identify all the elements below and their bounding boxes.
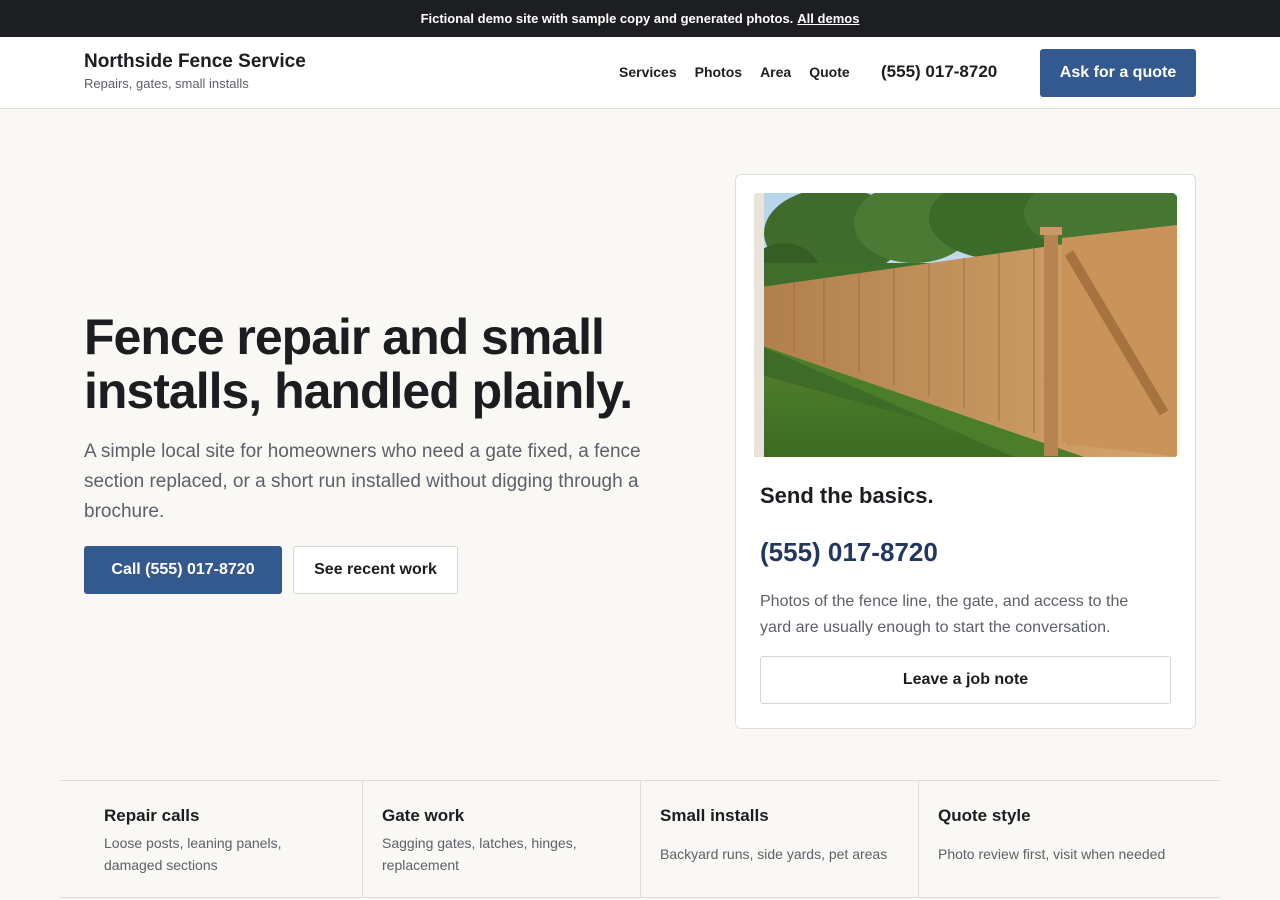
site-header: Northside Fence Service Repairs, gates, … xyxy=(0,37,1280,109)
ask-for-quote-button[interactable]: Ask for a quote xyxy=(1040,49,1196,97)
leave-job-note-button[interactable]: Leave a job note xyxy=(760,656,1171,704)
feature-title: Quote style xyxy=(938,806,1031,825)
feature-gate-work: Gate work Sagging gates, latches, hinges… xyxy=(362,781,640,897)
brand-name[interactable]: Northside Fence Service xyxy=(84,51,306,73)
nav-item-photos[interactable]: Photos xyxy=(695,64,742,80)
services-strip: Repair calls Loose posts, leaning panels… xyxy=(60,780,1220,898)
feature-title: Small installs xyxy=(660,806,769,825)
demo-notice-bar: Fictional demo site with sample copy and… xyxy=(0,0,1280,37)
feature-repair-calls: Repair calls Loose posts, leaning panels… xyxy=(60,781,362,897)
card-phone-link[interactable]: (555) 017-8720 xyxy=(760,537,938,568)
fence-photo xyxy=(754,193,1177,457)
hero-subtitle: A simple local site for homeowners who n… xyxy=(84,441,641,522)
nav-item-area[interactable]: Area xyxy=(760,64,791,80)
feature-text: Backyard runs, side yards, pet areas xyxy=(660,846,888,862)
feature-title: Repair calls xyxy=(104,806,200,825)
main-nav: Services Photos Area Quote xyxy=(619,64,850,80)
see-recent-work-button[interactable]: See recent work xyxy=(293,546,458,594)
feature-text: Loose posts, leaning panels, damaged sec… xyxy=(104,835,282,873)
demo-notice-text: Fictional demo site with sample copy and… xyxy=(420,11,794,26)
feature-quote-style: Quote style Photo review first, visit wh… xyxy=(918,781,1220,897)
nav-item-quote[interactable]: Quote xyxy=(809,64,849,80)
hero-title: Fence repair and small installs, handled… xyxy=(84,309,633,419)
call-button[interactable]: Call (555) 017-8720 xyxy=(84,546,282,594)
card-title: Send the basics. xyxy=(760,483,934,508)
feature-text: Sagging gates, latches, hinges, replacem… xyxy=(382,835,577,873)
all-demos-link[interactable]: All demos xyxy=(797,11,859,26)
feature-small-installs: Small installs Backyard runs, side yards… xyxy=(640,781,918,897)
header-phone-link[interactable]: (555) 017-8720 xyxy=(881,62,997,82)
brand-tagline: Repairs, gates, small installs xyxy=(84,76,249,91)
feature-text: Photo review first, visit when needed xyxy=(938,846,1166,862)
contact-card: Send the basics. (555) 017-8720 Photos o… xyxy=(735,174,1196,729)
card-description: Photos of the fence line, the gate, and … xyxy=(760,593,1129,636)
feature-title: Gate work xyxy=(382,806,465,825)
nav-item-services[interactable]: Services xyxy=(619,64,677,80)
